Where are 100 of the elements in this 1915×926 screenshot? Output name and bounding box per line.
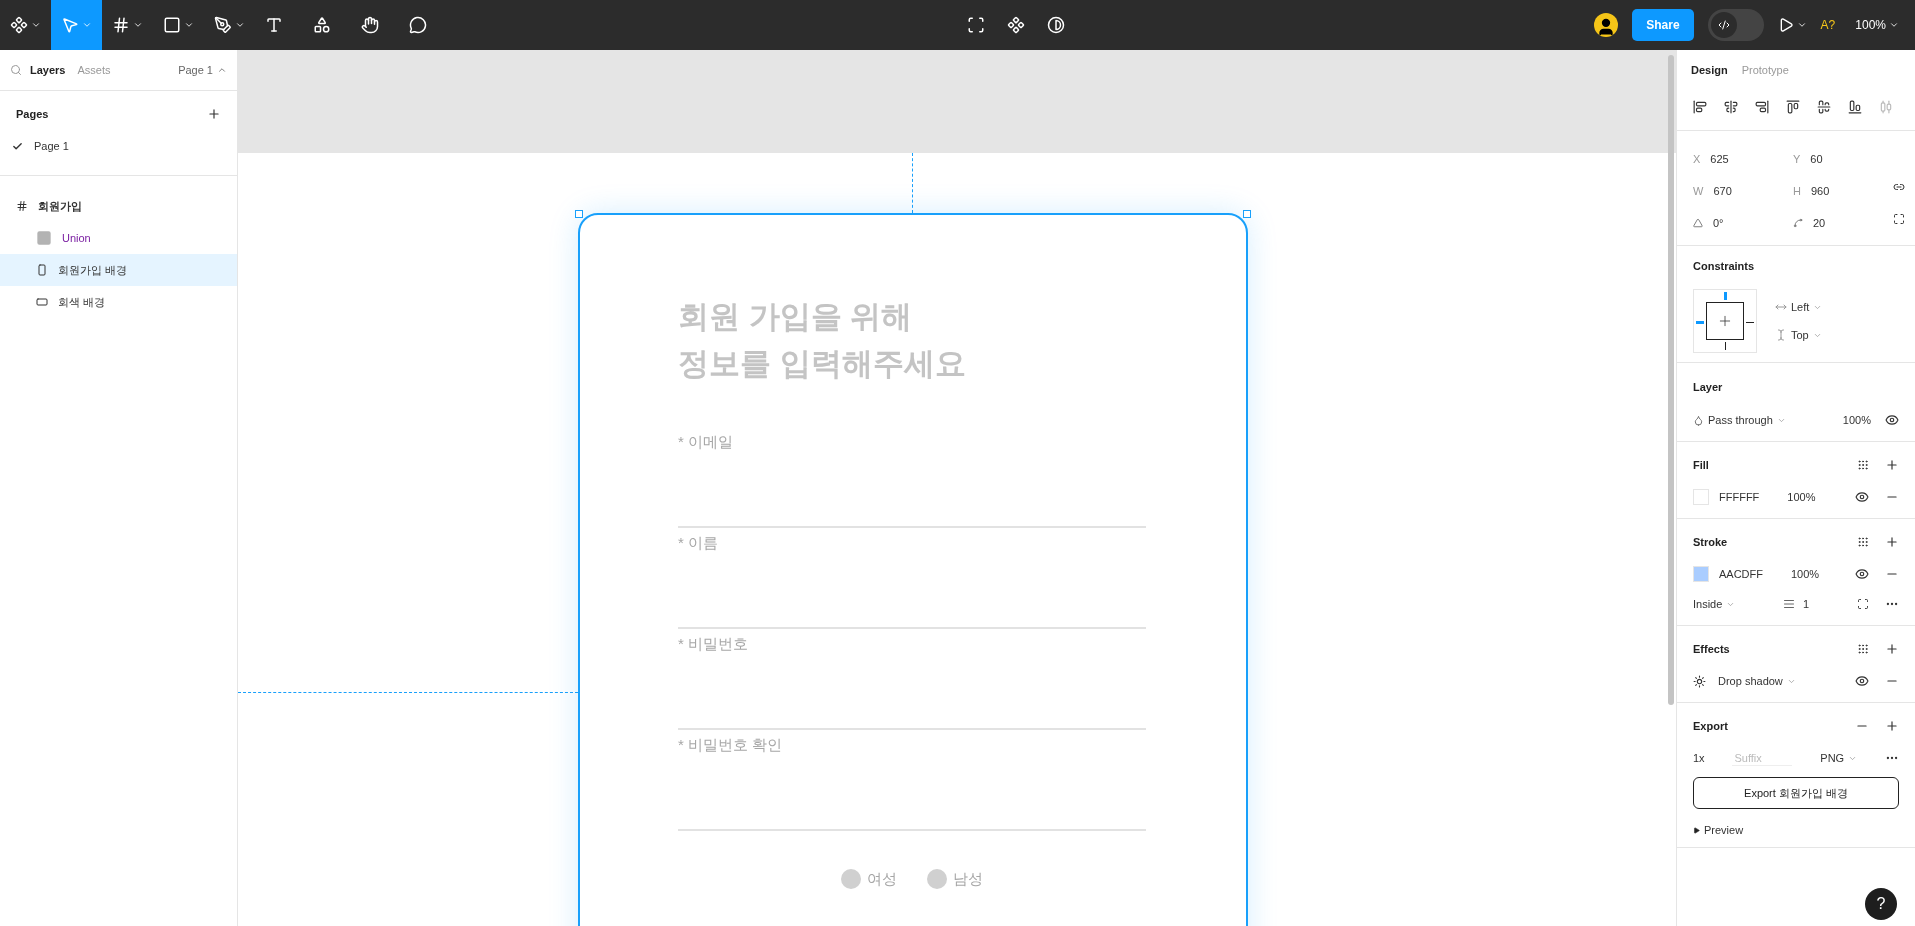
layer-item[interactable]: Union [0,222,237,254]
panel-tab[interactable]: Design [1687,64,1732,76]
stroke-weight-icon [1783,598,1796,610]
stroke-position-dropdown[interactable]: Inside [1693,598,1736,610]
chevron-down-icon [82,20,92,30]
property-value[interactable]: 0° [1713,217,1724,229]
rectangle-icon [36,296,48,308]
styles-icon[interactable] [1857,643,1869,655]
property-label: Y [1793,153,1801,165]
gender-label: 남성 [953,869,983,889]
section-heading: Effects [1693,643,1730,655]
align-middle-icon[interactable] [1817,100,1831,114]
contrast-icon[interactable] [1046,16,1065,34]
code-icon [1717,19,1730,31]
section-heading: Stroke [1693,536,1728,548]
page-item[interactable]: Page 1 [0,131,237,161]
hex-value[interactable]: FFFFFF [1719,491,1760,503]
vertical-bar-icon [1775,329,1787,341]
opacity-value[interactable]: 100% [1791,568,1820,580]
chevron-down-icon [31,20,41,30]
opacity-value[interactable]: 100% [1787,491,1816,503]
eye-icon[interactable] [1855,490,1869,504]
field-label: * 비밀번호 [678,635,749,654]
signup-title: 정보를 입력해주세요 [678,345,967,383]
transform-icon[interactable] [966,16,985,34]
field-label: * 이름 [678,534,719,553]
chevron-down-icon [184,20,194,30]
chevron-down-icon [133,20,143,30]
sun-icon[interactable] [1693,674,1706,688]
align-left-icon[interactable] [1693,100,1707,114]
eye-icon[interactable] [1855,567,1869,581]
page-switcher[interactable]: Page 1 [178,64,227,76]
color-swatch[interactable] [1693,489,1709,505]
align-bottom-icon[interactable] [1848,100,1862,114]
property-value[interactable]: 20 [1813,217,1826,229]
rectangle-icon [36,264,48,276]
guide-line [912,153,913,213]
text-icon [265,16,283,34]
dev-mode-toggle[interactable] [1707,9,1764,41]
layer-name: 회원가입 [38,198,82,214]
styles-icon[interactable] [1857,536,1869,548]
triangle-icon [1693,826,1700,834]
plus-icon [1717,313,1733,329]
frame-icon [112,16,130,34]
add-icon[interactable] [1885,642,1899,656]
layer-name: Union [62,232,91,244]
hand-icon [361,16,379,34]
constraint-widget[interactable] [1693,289,1757,353]
hex-value[interactable]: AACDFF [1719,568,1763,580]
property-value[interactable]: 960 [1810,185,1830,197]
section-heading: Fill [1693,459,1709,471]
zoom-dropdown[interactable]: 100% [1849,17,1905,33]
property-value[interactable]: 670 [1713,185,1732,197]
font-warning[interactable]: A? [1820,18,1836,32]
opacity-value[interactable]: 100% [1842,414,1871,426]
layer-item[interactable]: 회원가입 배경 [0,254,237,286]
add-icon[interactable] [1885,458,1899,472]
preview-toggle[interactable]: Preview [1693,824,1744,836]
selection-handle[interactable] [1243,210,1251,218]
vertical-constraint-dropdown[interactable]: Top [1775,329,1823,341]
property-value[interactable]: 625 [1710,153,1729,165]
styles-icon[interactable] [1857,459,1869,471]
add-icon[interactable] [1885,535,1899,549]
field-label: * 이메일 [678,433,734,452]
hash-icon [16,200,28,212]
component-icon[interactable] [1006,16,1025,34]
section-heading: Constraints [1693,260,1755,272]
eye-icon[interactable] [1855,674,1869,688]
align-right-icon[interactable] [1755,100,1769,114]
align-top-icon[interactable] [1786,100,1800,114]
add-icon[interactable] [1885,719,1899,733]
stroke-sides-icon[interactable] [1857,598,1869,610]
effect-dropdown[interactable]: Drop shadow [1718,675,1796,687]
layer-name: 회원가입 배경 [58,262,128,278]
layer-item[interactable]: 회색 배경 [0,286,237,318]
align-center-icon[interactable] [1724,100,1738,114]
pointer-icon [61,16,79,34]
signup-title: 회원 가입을 위해 [678,298,914,336]
export-scale[interactable]: 1x [1693,752,1705,764]
layer-item[interactable]: 회원가입 [0,190,237,222]
stroke-weight-value[interactable]: 1 [1803,598,1810,610]
help-button[interactable]: ? [1865,888,1897,920]
color-swatch[interactable] [1693,566,1709,582]
add-icon[interactable] [207,107,221,121]
check-icon [12,140,23,152]
comment-icon [409,16,427,34]
panel-tab[interactable]: Layers [26,64,70,76]
blend-mode-dropdown[interactable]: Pass through [1693,414,1786,426]
section-heading: Export [1693,720,1728,732]
eye-icon[interactable] [1885,413,1899,427]
format-dropdown[interactable]: PNG [1820,752,1858,764]
avatar[interactable] [1594,13,1619,37]
selection-handle[interactable] [575,210,583,218]
horizontal-constraint-dropdown[interactable]: Left [1775,301,1823,313]
property-value[interactable]: 60 [1810,153,1823,165]
field-label: * 비밀번호 확인 [678,736,784,755]
droplet-icon [1693,414,1704,426]
export-button[interactable]: Export 회원가입 배경 [1693,777,1899,809]
scrollbar[interactable] [1668,55,1674,705]
pages-heading: Pages [16,108,49,120]
